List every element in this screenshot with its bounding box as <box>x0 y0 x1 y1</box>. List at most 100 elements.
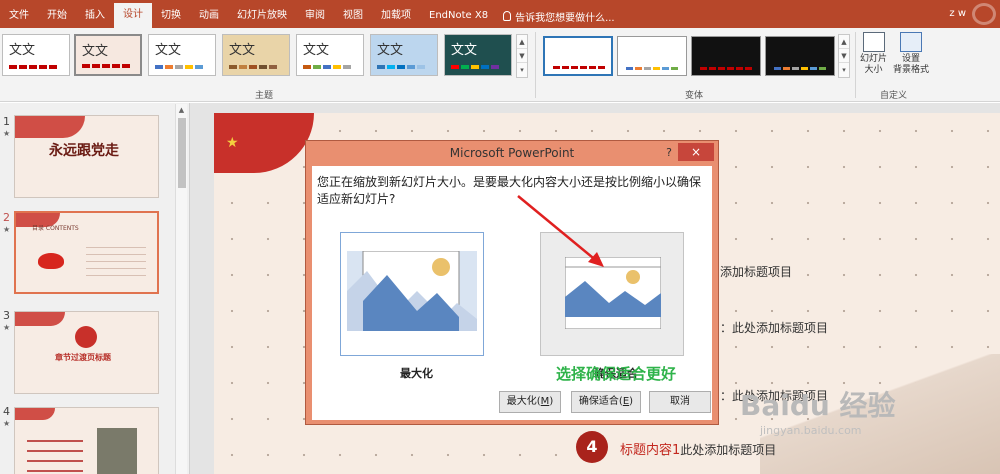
ensure-fit-option[interactable] <box>540 232 684 356</box>
scroll-down-icon[interactable]: ▼ <box>517 49 527 63</box>
ensure-fit-button[interactable]: 确保适合(E) <box>571 391 641 413</box>
variant-4[interactable] <box>765 36 835 76</box>
theme-thumbnail[interactable]: 文文 <box>2 34 70 76</box>
slide-thumbnail-4[interactable] <box>14 407 159 474</box>
theme-sample-text: 文文 <box>303 43 330 58</box>
photo-image <box>97 428 137 474</box>
maximize-image-icon <box>347 251 477 331</box>
animation-star-icon: ★ <box>3 225 11 234</box>
content-lines <box>27 432 83 474</box>
slide-thumbnail-1[interactable]: 永远跟党走 <box>14 115 159 198</box>
theme-thumbnail[interactable]: 文文 <box>148 34 216 76</box>
theme-thumbnail[interactable]: 文文 <box>370 34 438 76</box>
theme-sample-text: 文文 <box>377 43 404 58</box>
maximize-option[interactable] <box>340 232 484 356</box>
tab-file[interactable]: 文件 <box>0 4 38 28</box>
format-background-button[interactable]: 设置 背景格式 <box>893 32 929 76</box>
slide-size-button[interactable]: 幻灯片 大小 <box>860 32 887 76</box>
theme-color-bar <box>229 65 277 69</box>
theme-thumbnail[interactable]: 文文 <box>296 34 364 76</box>
theme-color-bar <box>451 65 499 69</box>
thumbnail-title: 目录 CONTENTS <box>32 225 79 232</box>
toc-lines <box>86 241 146 281</box>
theme-sample-text: 文文 <box>229 43 256 58</box>
variant-2[interactable] <box>617 36 687 76</box>
ribbon-tab-bar: 文件 开始 插入 设计 切换 动画 幻灯片放映 审阅 视图 加载项 EndNot… <box>0 0 1000 28</box>
flag-graphic <box>15 312 65 326</box>
customize-group-label: 自定义 <box>880 91 908 101</box>
slide-size-icon <box>862 32 885 52</box>
tab-design[interactable]: 设计 <box>114 3 152 28</box>
animation-star-icon: ★ <box>3 323 11 332</box>
tab-endnote[interactable]: EndNote X8 <box>420 4 497 28</box>
ensure-fit-image-icon <box>565 257 661 329</box>
theme-sample-text: 文文 <box>155 43 182 58</box>
themes-scroll[interactable]: ▲ ▼ ▾ <box>516 34 528 78</box>
watermark-main: Baidu 经验 <box>740 389 896 422</box>
help-icon[interactable]: ? <box>666 141 672 165</box>
divider <box>855 32 856 98</box>
stars-icon: ★ <box>226 135 241 151</box>
scroll-up-icon[interactable]: ▲ <box>176 104 187 116</box>
cancel-button[interactable]: 取消 <box>649 391 711 413</box>
thumbnail-title: 章节过渡页标题 <box>55 353 111 362</box>
maximize-button[interactable]: 最大化(M) <box>499 391 561 413</box>
format-background-icon <box>900 32 922 52</box>
more-icon[interactable]: ▾ <box>839 63 849 77</box>
theme-color-bar <box>155 65 203 69</box>
scroll-down-icon[interactable]: ▼ <box>839 49 849 63</box>
animation-star-icon: ★ <box>3 419 11 428</box>
slide-item-4[interactable]: 标题内容1此处添加标题项目 <box>620 439 776 458</box>
maximize-label: 最大化 <box>400 367 433 380</box>
watermark-url: jingyan.baidu.com <box>760 424 862 437</box>
animation-star-icon: ★ <box>3 129 11 138</box>
variants-scroll[interactable]: ▲ ▼ ▾ <box>838 34 850 78</box>
close-icon[interactable]: × <box>678 143 714 161</box>
tab-slideshow[interactable]: 幻灯片放映 <box>228 4 296 28</box>
tab-transitions[interactable]: 切换 <box>152 4 190 28</box>
theme-color-bar <box>303 65 351 69</box>
thumbnail-scrollbar[interactable]: ▲ <box>175 104 187 474</box>
baidu-jingyan-watermark: Baidu 经验 jingyan.baidu.com <box>740 384 896 437</box>
dialog-titlebar[interactable]: Microsoft PowerPoint ? × <box>306 141 718 165</box>
slide-thumbnail-3[interactable]: 章节过渡页标题 <box>14 311 159 394</box>
item-title: 标题内容1 <box>620 443 681 458</box>
slide-thumbnail-2[interactable]: 目录 CONTENTS <box>14 211 159 294</box>
party-emblem-icon <box>75 326 97 348</box>
slide-item-2[interactable]: ：此处添加标题项目 <box>720 319 828 336</box>
theme-color-bar <box>82 64 130 68</box>
tell-me-box[interactable]: 告诉我您想要做什么... <box>497 4 615 28</box>
user-name[interactable]: z w <box>949 8 966 19</box>
scroll-up-icon[interactable]: ▲ <box>839 35 849 49</box>
tab-home[interactable]: 开始 <box>38 4 76 28</box>
annotation-text: 选择确保适合更好 <box>556 365 677 383</box>
theme-thumbnail[interactable]: 文文 <box>222 34 290 76</box>
item-subtitle: 此处添加标题项目 <box>680 443 777 457</box>
tab-animations[interactable]: 动画 <box>190 4 228 28</box>
dialog-title: Microsoft PowerPoint <box>449 146 575 160</box>
maximize-button-label: 最大化( <box>506 396 541 407</box>
tab-addins[interactable]: 加载项 <box>372 4 420 28</box>
slide-item-1[interactable]: 添加标题项目 <box>720 263 792 280</box>
slide-thumbnail-pane: 1 ★ 永远跟党走 2 ★ 目录 CONTENTS 3 ★ 章节过渡页标题 4 … <box>0 103 190 474</box>
resize-dialog: Microsoft PowerPoint ? × 您正在缩放到新幻灯片大小。是要… <box>305 140 719 425</box>
flag-graphic <box>15 116 85 138</box>
theme-sample-text: 文文 <box>9 43 36 58</box>
tab-insert[interactable]: 插入 <box>76 4 114 28</box>
scroll-up-icon[interactable]: ▲ <box>517 35 527 49</box>
theme-thumbnail[interactable]: 文文 <box>444 34 512 76</box>
tab-view[interactable]: 视图 <box>334 4 372 28</box>
variant-3[interactable] <box>691 36 761 76</box>
tab-review[interactable]: 审阅 <box>296 4 334 28</box>
theme-thumbnail[interactable]: 文文 <box>74 34 142 76</box>
thumbnail-title: 永远跟党走 <box>49 143 119 159</box>
divider <box>535 32 536 98</box>
variant-1[interactable] <box>543 36 613 76</box>
theme-sample-text: 文文 <box>451 43 478 58</box>
ribbon-design-panel: 文文 文文 文文 文文 文文 文文 文文 ▲ ▼ ▾ 主题 ▲ ▼ ▾ 变体 幻灯片 大小 … <box>0 28 1000 102</box>
theme-sample-text: 文文 <box>82 44 109 59</box>
more-icon[interactable]: ▾ <box>517 63 527 77</box>
scrollbar-thumb[interactable] <box>178 118 186 188</box>
dialog-body: 您正在缩放到新幻灯片大小。是要最大化内容大小还是按比例缩小以确保适应新幻灯片? … <box>312 166 712 420</box>
ensure-fit-button-label: 确保适合( <box>578 396 623 407</box>
